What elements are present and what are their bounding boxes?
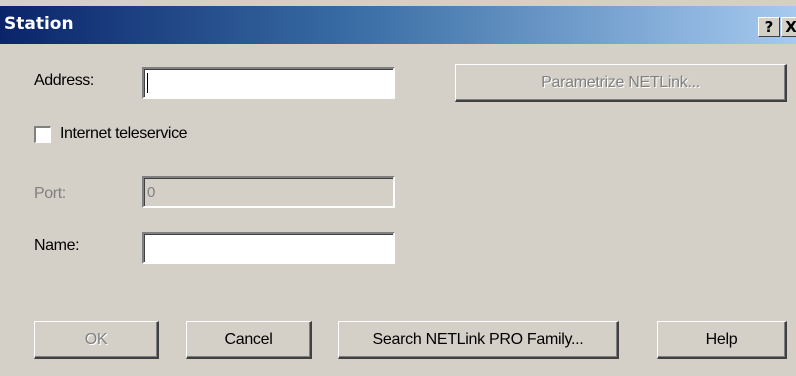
text-caret [147, 73, 148, 93]
address-label: Address: [34, 72, 94, 89]
title-bar[interactable]: Station ? X [0, 6, 796, 44]
address-input[interactable] [142, 67, 395, 99]
station-dialog: Station ? X Address: Parametrize NETLink… [0, 0, 796, 376]
help-question-icon[interactable]: ? [758, 17, 780, 37]
cancel-button[interactable]: Cancel [186, 321, 312, 359]
internet-teleservice-checkbox[interactable] [34, 126, 51, 143]
port-input[interactable] [142, 176, 395, 208]
window-title: Station [4, 14, 74, 34]
close-icon[interactable]: X [781, 17, 796, 37]
internet-teleservice-label: Internet teleservice [60, 125, 188, 142]
ok-button[interactable]: OK [34, 321, 159, 359]
search-netlink-pro-family-button[interactable]: Search NETLink PRO Family... [338, 321, 619, 359]
help-button[interactable]: Help [657, 321, 787, 359]
parametrize-netlink-button[interactable]: Parametrize NETLink... [455, 64, 787, 102]
name-label: Name: [34, 237, 80, 254]
port-label: Port: [34, 185, 66, 202]
name-input[interactable] [142, 232, 395, 264]
